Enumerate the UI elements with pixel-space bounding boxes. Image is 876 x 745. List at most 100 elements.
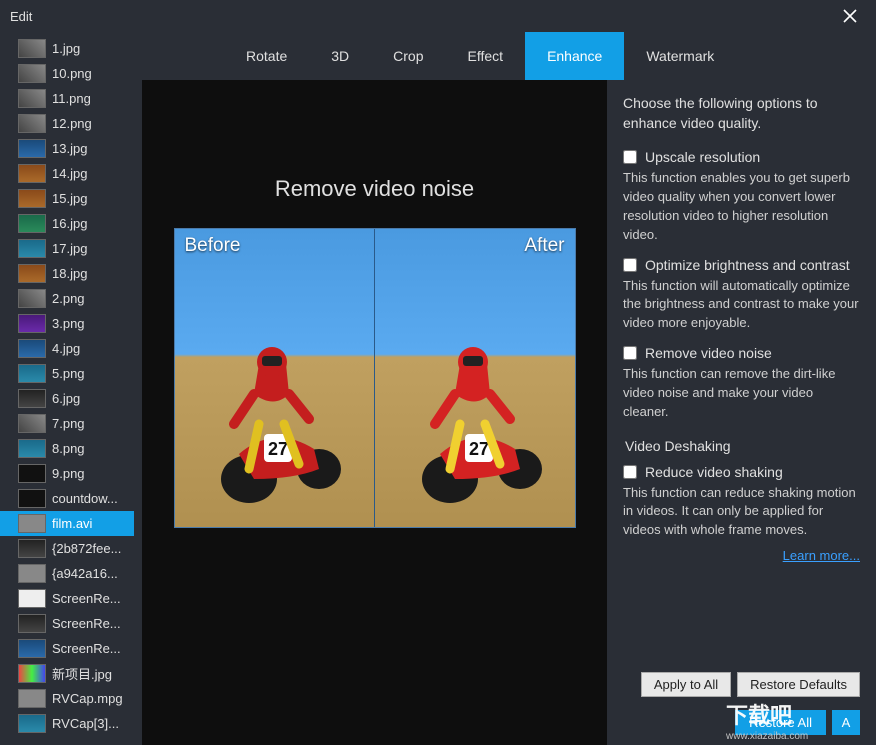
window-title: Edit bbox=[10, 9, 32, 24]
tab-3d[interactable]: 3D bbox=[309, 32, 371, 80]
file-name-label: RVCap.mpg bbox=[52, 691, 123, 706]
optimize-label: Optimize brightness and contrast bbox=[645, 257, 850, 273]
file-item[interactable]: RVCap[3]... bbox=[0, 711, 134, 736]
restore-all-button[interactable]: Restore All bbox=[735, 710, 826, 735]
file-name-label: 17.jpg bbox=[52, 241, 87, 256]
file-item[interactable]: {2b872fee... bbox=[0, 536, 134, 561]
file-item[interactable]: 7.png bbox=[0, 411, 134, 436]
file-item[interactable]: 10.png bbox=[0, 61, 134, 86]
close-button[interactable] bbox=[830, 2, 870, 30]
file-thumbnail bbox=[18, 214, 46, 233]
file-name-label: 18.jpg bbox=[52, 266, 87, 281]
file-item[interactable]: 6.jpg bbox=[0, 386, 134, 411]
file-sidebar[interactable]: 1.jpg 10.png 11.png 12.png 13.jpg 14.jpg 15.jp… bbox=[0, 32, 134, 745]
file-thumbnail bbox=[18, 614, 46, 633]
file-item[interactable]: 2.png bbox=[0, 286, 134, 311]
file-item[interactable]: 9.png bbox=[0, 461, 134, 486]
enhance-options-panel: Choose the following options to enhance … bbox=[607, 80, 876, 745]
file-thumbnail bbox=[18, 64, 46, 83]
file-thumbnail bbox=[18, 189, 46, 208]
compare-after: After 27 bbox=[375, 229, 575, 527]
deshake-label: Reduce video shaking bbox=[645, 464, 783, 480]
file-item[interactable]: 11.png bbox=[0, 86, 134, 111]
file-item[interactable]: 3.png bbox=[0, 311, 134, 336]
file-thumbnail bbox=[18, 589, 46, 608]
deshake-option[interactable]: Reduce video shaking bbox=[623, 464, 860, 480]
motocross-image: 27 bbox=[204, 324, 344, 504]
tab-rotate[interactable]: Rotate bbox=[224, 32, 309, 80]
tab-bar: Rotate3DCropEffectEnhanceWatermark bbox=[134, 32, 876, 80]
file-item[interactable]: film.avi bbox=[0, 511, 134, 536]
file-item[interactable]: ScreenRe... bbox=[0, 586, 134, 611]
file-item[interactable]: 15.jpg bbox=[0, 186, 134, 211]
denoise-checkbox[interactable] bbox=[623, 346, 637, 360]
tab-watermark[interactable]: Watermark bbox=[624, 32, 736, 80]
tab-enhance[interactable]: Enhance bbox=[525, 32, 624, 80]
file-name-label: 新项目.jpg bbox=[52, 664, 112, 683]
upscale-description: This function enables you to get superb … bbox=[623, 169, 860, 244]
file-name-label: {2b872fee... bbox=[52, 541, 121, 556]
file-thumbnail bbox=[18, 364, 46, 383]
file-name-label: 8.png bbox=[52, 441, 85, 456]
file-name-label: ScreenRe... bbox=[52, 616, 121, 631]
file-thumbnail bbox=[18, 39, 46, 58]
file-name-label: 14.jpg bbox=[52, 166, 87, 181]
file-thumbnail bbox=[18, 664, 46, 683]
file-item[interactable]: 14.jpg bbox=[0, 161, 134, 186]
file-item[interactable]: 4.jpg bbox=[0, 336, 134, 361]
file-item[interactable]: ScreenRe... bbox=[0, 636, 134, 661]
optimize-checkbox[interactable] bbox=[623, 258, 637, 272]
file-name-label: 1.jpg bbox=[52, 41, 80, 56]
denoise-option[interactable]: Remove video noise bbox=[623, 345, 860, 361]
file-item[interactable]: 8.png bbox=[0, 436, 134, 461]
file-thumbnail bbox=[18, 564, 46, 583]
file-thumbnail bbox=[18, 389, 46, 408]
file-thumbnail bbox=[18, 289, 46, 308]
file-name-label: 3.png bbox=[52, 316, 85, 331]
file-item[interactable]: 18.jpg bbox=[0, 261, 134, 286]
file-thumbnail bbox=[18, 339, 46, 358]
file-name-label: 12.png bbox=[52, 116, 92, 131]
file-name-label: 5.png bbox=[52, 366, 85, 381]
tab-crop[interactable]: Crop bbox=[371, 32, 445, 80]
upscale-option[interactable]: Upscale resolution bbox=[623, 149, 860, 165]
restore-defaults-button[interactable]: Restore Defaults bbox=[737, 672, 860, 697]
file-name-label: 11.png bbox=[52, 91, 91, 106]
file-thumbnail bbox=[18, 264, 46, 283]
file-item[interactable]: 1.jpg bbox=[0, 36, 134, 61]
options-intro: Choose the following options to enhance … bbox=[623, 94, 860, 133]
deshaking-subtitle: Video Deshaking bbox=[625, 438, 860, 454]
svg-text:27: 27 bbox=[468, 439, 488, 459]
motocross-image: 27 bbox=[405, 324, 545, 504]
file-thumbnail bbox=[18, 439, 46, 458]
file-item[interactable]: 12.png bbox=[0, 111, 134, 136]
deshake-checkbox[interactable] bbox=[623, 465, 637, 479]
file-thumbnail bbox=[18, 314, 46, 333]
file-item[interactable]: 5.png bbox=[0, 361, 134, 386]
file-thumbnail bbox=[18, 139, 46, 158]
file-item[interactable]: countdow... bbox=[0, 486, 134, 511]
file-thumbnail bbox=[18, 89, 46, 108]
tab-effect[interactable]: Effect bbox=[446, 32, 526, 80]
file-item[interactable]: ScreenRe... bbox=[0, 611, 134, 636]
close-icon bbox=[843, 9, 857, 23]
content-area: Rotate3DCropEffectEnhanceWatermark Remov… bbox=[134, 32, 876, 745]
file-item[interactable]: 新项目.jpg bbox=[0, 661, 134, 686]
file-item[interactable]: {a942a16... bbox=[0, 561, 134, 586]
file-thumbnail bbox=[18, 414, 46, 433]
learn-more-link[interactable]: Learn more... bbox=[623, 548, 860, 563]
file-thumbnail bbox=[18, 689, 46, 708]
file-item[interactable]: 17.jpg bbox=[0, 236, 134, 261]
apply-button[interactable]: A bbox=[832, 710, 860, 735]
file-item[interactable]: 13.jpg bbox=[0, 136, 134, 161]
file-name-label: {a942a16... bbox=[52, 566, 118, 581]
upscale-checkbox[interactable] bbox=[623, 150, 637, 164]
file-name-label: 2.png bbox=[52, 291, 85, 306]
denoise-label: Remove video noise bbox=[645, 345, 772, 361]
optimize-option[interactable]: Optimize brightness and contrast bbox=[623, 257, 860, 273]
file-item[interactable]: RVCap.mpg bbox=[0, 686, 134, 711]
file-item[interactable]: 16.jpg bbox=[0, 211, 134, 236]
file-thumbnail bbox=[18, 114, 46, 133]
after-label: After bbox=[524, 235, 564, 257]
apply-to-all-button[interactable]: Apply to All bbox=[641, 672, 731, 697]
